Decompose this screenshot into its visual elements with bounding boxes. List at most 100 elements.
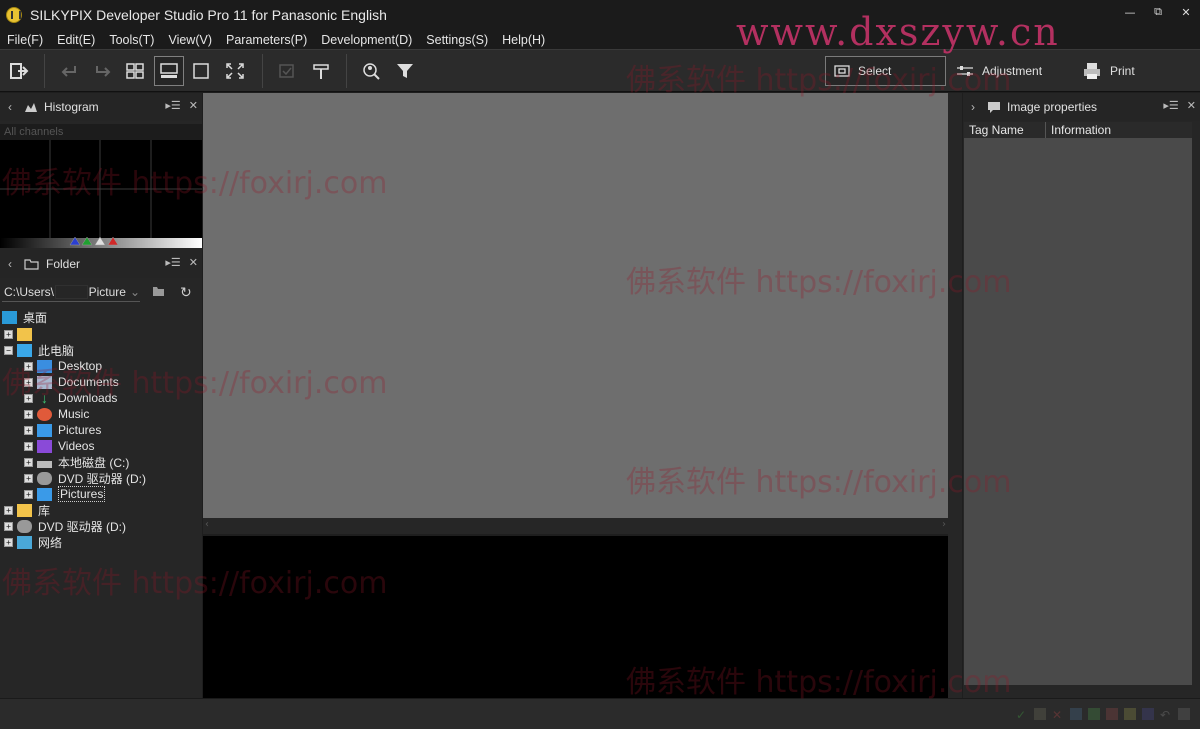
histogram-channel-select[interactable]: All channels — [0, 124, 202, 140]
printer-icon — [1084, 63, 1100, 79]
print-mode-label: Print — [1110, 64, 1135, 78]
image-preview-area[interactable] — [203, 93, 948, 518]
expand-icon[interactable]: + — [24, 425, 33, 435]
check-icon[interactable]: ✓ — [1016, 708, 1028, 722]
label-purple-icon[interactable] — [1142, 708, 1154, 720]
develop-button[interactable] — [306, 56, 336, 86]
horizontal-scrollbar[interactable]: ‹ › — [203, 518, 948, 534]
menu-development[interactable]: Development(D) — [314, 33, 419, 47]
collapse-folder-icon[interactable]: ‹ — [2, 257, 18, 271]
refresh-icon[interactable]: ↻ — [180, 284, 192, 301]
panel-menu-icon[interactable]: ▸☰ — [165, 99, 180, 112]
export-button[interactable] — [4, 56, 34, 86]
tree-item-label: 桌面 — [23, 310, 48, 325]
collapse-icon[interactable]: − — [4, 345, 13, 355]
tree-item-pictures-selected[interactable]: + Pictures — [24, 486, 106, 502]
expand-icon[interactable]: + — [4, 521, 13, 531]
tree-item-desktop-root[interactable]: 桌面 — [2, 309, 47, 325]
collapse-left-icon[interactable]: ‹ — [2, 100, 18, 114]
vertical-scrollbar[interactable] — [948, 93, 962, 698]
arrow-forward-icon — [96, 66, 111, 77]
menu-file[interactable]: File(F) — [0, 33, 50, 47]
restore-button[interactable]: ⧉ — [1144, 0, 1172, 24]
previous-button[interactable] — [54, 56, 84, 86]
tree-item-user-folder[interactable]: + — [4, 326, 38, 342]
preview-thumbnail-view-button[interactable] — [154, 56, 184, 86]
trash-icon[interactable] — [1178, 708, 1190, 720]
thumbnail-strip[interactable] — [203, 536, 948, 698]
next-button[interactable] — [88, 56, 118, 86]
tree-item-videos[interactable]: + Videos — [24, 438, 94, 454]
single-view-button[interactable] — [186, 56, 216, 86]
folder-panel-close-icon[interactable]: ✕ — [189, 256, 198, 269]
menu-parameters[interactable]: Parameters(P) — [219, 33, 314, 47]
folder-path-combo[interactable]: C:\Users\ Picture ⌄ — [2, 282, 140, 302]
folder-panel-menu-icon[interactable]: ▸☰ — [165, 256, 180, 269]
label-yellow-icon[interactable] — [1124, 708, 1136, 720]
apply-button[interactable] — [272, 56, 302, 86]
tree-item-network[interactable]: + 网络 — [4, 534, 62, 550]
tree-item-label: DVD 驱动器 (D:) — [38, 519, 126, 534]
undo-icon[interactable]: ↶ — [1160, 708, 1172, 722]
filter-button[interactable] — [390, 56, 420, 86]
minimize-button[interactable]: — — [1116, 0, 1144, 24]
scroll-left-icon[interactable]: ‹ — [205, 519, 209, 530]
print-mode-button[interactable]: Print — [1082, 56, 1162, 86]
expand-icon[interactable]: + — [24, 393, 33, 403]
documents-icon — [37, 375, 52, 389]
select-frame-icon — [834, 65, 850, 77]
arrow-back-icon — [61, 66, 76, 77]
expand-icon[interactable]: + — [24, 457, 33, 467]
menu-settings[interactable]: Settings(S) — [419, 33, 495, 47]
tree-item-local-disk[interactable]: + 本地磁盘 (C:) — [24, 454, 129, 470]
single-frame-icon — [193, 63, 209, 79]
menu-view[interactable]: View(V) — [161, 33, 219, 47]
scroll-right-icon[interactable]: › — [942, 519, 946, 530]
expand-icon[interactable]: + — [24, 489, 33, 499]
expand-icon[interactable]: + — [4, 505, 13, 515]
menu-help[interactable]: Help(H) — [495, 33, 552, 47]
menu-tools[interactable]: Tools(T) — [102, 33, 161, 47]
expand-icon[interactable]: + — [24, 409, 33, 419]
expand-icon[interactable]: + — [24, 377, 33, 387]
expand-right-icon[interactable]: › — [965, 100, 981, 114]
properties-close-icon[interactable]: ✕ — [1187, 99, 1196, 112]
tree-item-documents[interactable]: + Documents — [24, 374, 119, 390]
expand-icon[interactable]: + — [4, 329, 13, 339]
expand-icon[interactable]: + — [24, 473, 33, 483]
expand-icon[interactable]: + — [24, 361, 33, 371]
tag-icon[interactable] — [1034, 708, 1046, 720]
panel-close-icon[interactable]: ✕ — [189, 99, 198, 112]
select-mode-button[interactable]: Select — [825, 56, 946, 86]
properties-menu-icon[interactable]: ▸☰ — [1163, 99, 1178, 112]
tree-item-pictures[interactable]: + Pictures — [24, 422, 101, 438]
label-red-icon[interactable] — [1106, 708, 1118, 720]
tree-item-music[interactable]: + Music — [24, 406, 89, 422]
network-icon — [17, 535, 32, 549]
tree-item-downloads[interactable]: + ↓ Downloads — [24, 390, 117, 406]
tree-item-dvd[interactable]: + DVD 驱动器 (D:) — [24, 470, 146, 486]
tree-item-label: 库 — [38, 503, 51, 518]
adjustment-mode-button[interactable]: Adjustment — [956, 56, 1066, 86]
column-information[interactable]: Information — [1046, 122, 1192, 138]
fullscreen-button[interactable] — [220, 56, 250, 86]
tree-item-library[interactable]: + 库 — [4, 502, 50, 518]
label-green-icon[interactable] — [1088, 708, 1100, 720]
search-button[interactable] — [356, 56, 386, 86]
sliders-icon — [957, 66, 973, 76]
tree-item-label: 本地磁盘 (C:) — [58, 455, 130, 470]
close-button[interactable]: ✕ — [1172, 0, 1200, 24]
tree-item-this-pc[interactable]: − 此电脑 — [4, 342, 74, 358]
folder-icon — [17, 327, 32, 341]
path-redacted — [55, 284, 88, 299]
label-blue-icon[interactable] — [1070, 708, 1082, 720]
reject-icon[interactable]: ✕ — [1052, 708, 1064, 722]
expand-icon[interactable]: + — [4, 537, 13, 547]
folder-browse-icon[interactable] — [152, 285, 166, 300]
grid-view-button[interactable] — [120, 56, 150, 86]
tree-item-desktop[interactable]: + Desktop — [24, 358, 102, 374]
menu-edit[interactable]: Edit(E) — [50, 33, 102, 47]
expand-icon[interactable]: + — [24, 441, 33, 451]
tree-item-dvd-root[interactable]: + DVD 驱动器 (D:) — [4, 518, 126, 534]
column-tag-name[interactable]: Tag Name — [964, 122, 1046, 138]
